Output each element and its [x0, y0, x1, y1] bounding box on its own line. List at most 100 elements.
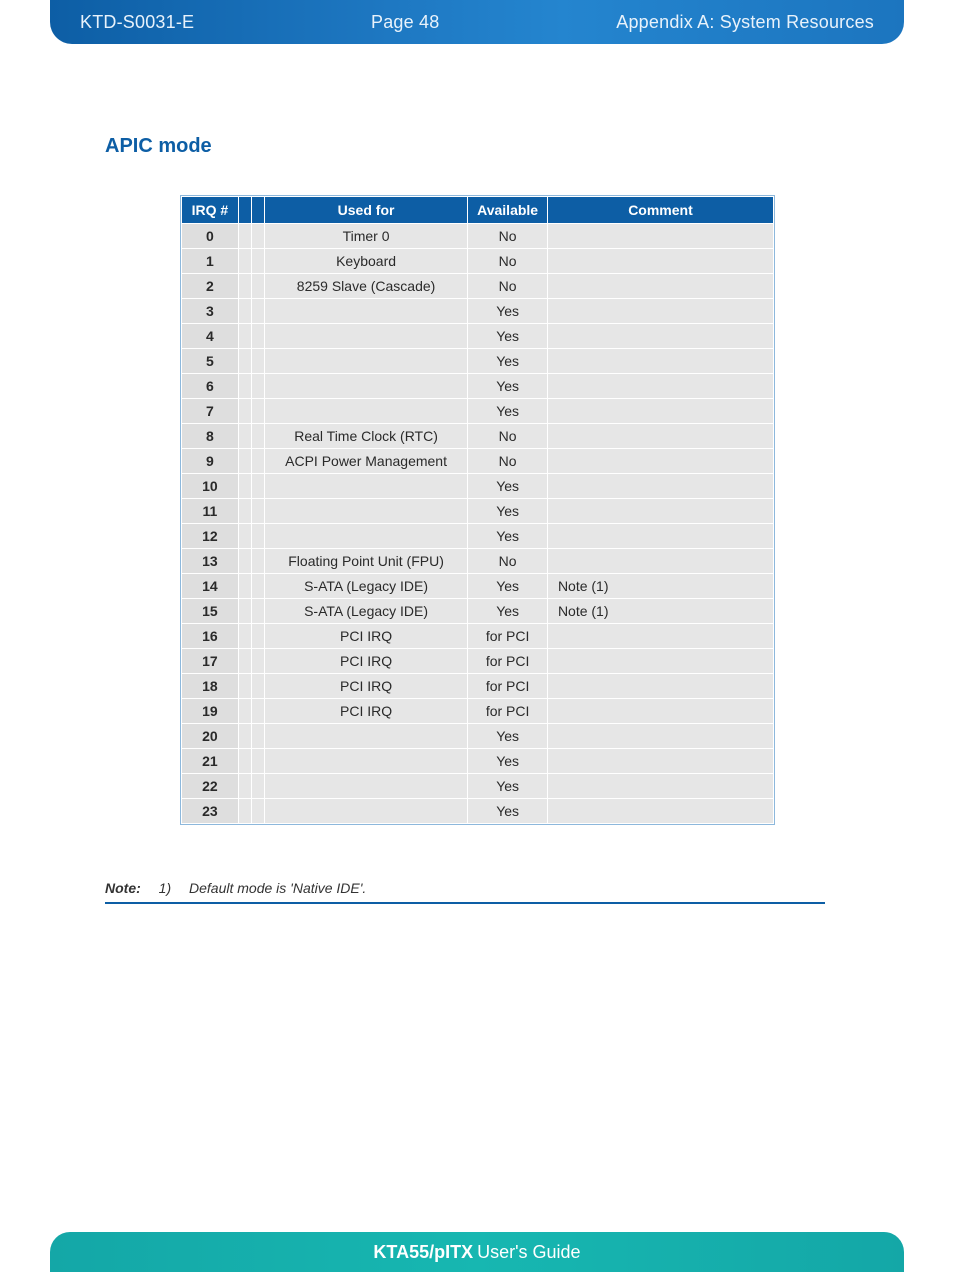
page-number: Page 48 [194, 12, 616, 33]
cell-irq: 19 [182, 699, 239, 724]
cell-gap [251, 574, 264, 599]
cell-used-for: PCI IRQ [264, 674, 467, 699]
table-row: 2 8259 Slave (Cascade)No [182, 274, 774, 299]
cell-gap [251, 424, 264, 449]
table-header-row: IRQ # Used for Available Comment [182, 197, 774, 224]
cell-comment [547, 624, 773, 649]
cell-comment [547, 299, 773, 324]
cell-gap [238, 349, 251, 374]
cell-used-for: PCI IRQ [264, 624, 467, 649]
cell-gap [251, 349, 264, 374]
section-name: Appendix A: System Resources [616, 12, 904, 33]
th-comment: Comment [547, 197, 773, 224]
cell-comment: Note (1) [547, 599, 773, 624]
cell-gap [238, 299, 251, 324]
cell-gap [238, 524, 251, 549]
cell-used-for: S-ATA (Legacy IDE) [264, 599, 467, 624]
cell-used-for: Timer 0 [264, 224, 467, 249]
cell-irq: 6 [182, 374, 239, 399]
cell-irq: 11 [182, 499, 239, 524]
cell-used-for: Real Time Clock (RTC) [264, 424, 467, 449]
irq-table-container: IRQ # Used for Available Comment 0Timer … [180, 195, 775, 825]
note-text: Default mode is 'Native IDE'. [189, 880, 366, 896]
cell-comment [547, 549, 773, 574]
cell-gap [238, 499, 251, 524]
th-irq: IRQ # [182, 197, 239, 224]
cell-gap [251, 749, 264, 774]
cell-irq: 2 [182, 274, 239, 299]
cell-available: Yes [468, 499, 548, 524]
cell-irq: 17 [182, 649, 239, 674]
cell-available: Yes [468, 524, 548, 549]
cell-gap [238, 599, 251, 624]
table-row: 18PCI IRQfor PCI [182, 674, 774, 699]
table-row: 12Yes [182, 524, 774, 549]
cell-available: Yes [468, 299, 548, 324]
footer-suffix: User's Guide [477, 1242, 580, 1263]
table-row: 23 Yes [182, 799, 774, 824]
cell-available: No [468, 449, 548, 474]
th-gap [251, 197, 264, 224]
table-row: 20 Yes [182, 724, 774, 749]
cell-gap [238, 424, 251, 449]
cell-comment [547, 324, 773, 349]
cell-available: Yes [468, 474, 548, 499]
cell-used-for [264, 774, 467, 799]
table-row: 22Yes [182, 774, 774, 799]
cell-used-for [264, 299, 467, 324]
th-gap [238, 197, 251, 224]
note-rule [105, 902, 825, 904]
table-row: 3Yes [182, 299, 774, 324]
table-row: 1KeyboardNo [182, 249, 774, 274]
cell-gap [251, 399, 264, 424]
th-available: Available [468, 197, 548, 224]
cell-irq: 7 [182, 399, 239, 424]
cell-available: No [468, 549, 548, 574]
table-row: 8Real Time Clock (RTC)No [182, 424, 774, 449]
note-label: Note: [105, 880, 141, 896]
cell-available: Yes [468, 724, 548, 749]
cell-gap [251, 624, 264, 649]
cell-irq: 5 [182, 349, 239, 374]
table-row: 15S-ATA (Legacy IDE)YesNote (1) [182, 599, 774, 624]
cell-comment [547, 724, 773, 749]
cell-gap [238, 674, 251, 699]
cell-gap [251, 274, 264, 299]
cell-gap [238, 274, 251, 299]
cell-irq: 9 [182, 449, 239, 474]
cell-irq: 4 [182, 324, 239, 349]
cell-used-for [264, 374, 467, 399]
note-number: 1) [159, 880, 171, 896]
cell-gap [251, 774, 264, 799]
note-line: Note: 1) Default mode is 'Native IDE'. [105, 880, 825, 896]
cell-comment: Note (1) [547, 574, 773, 599]
cell-irq: 16 [182, 624, 239, 649]
cell-available: Yes [468, 399, 548, 424]
cell-irq: 23 [182, 799, 239, 824]
page-footer: KTA55/pITX User's Guide [50, 1232, 904, 1272]
cell-gap [251, 674, 264, 699]
cell-comment [547, 474, 773, 499]
cell-irq: 20 [182, 724, 239, 749]
doc-id: KTD-S0031-E [50, 12, 194, 33]
cell-irq: 14 [182, 574, 239, 599]
cell-used-for [264, 799, 467, 824]
cell-gap [251, 474, 264, 499]
cell-irq: 10 [182, 474, 239, 499]
cell-available: No [468, 249, 548, 274]
cell-gap [238, 749, 251, 774]
table-row: 11 Yes [182, 499, 774, 524]
cell-gap [251, 724, 264, 749]
footer-product: KTA55/pITX [373, 1242, 473, 1263]
cell-available: No [468, 274, 548, 299]
table-row: 9ACPI Power ManagementNo [182, 449, 774, 474]
table-row: 10 Yes [182, 474, 774, 499]
cell-available: Yes [468, 799, 548, 824]
cell-used-for [264, 474, 467, 499]
cell-used-for: 8259 Slave (Cascade) [264, 274, 467, 299]
table-row: 7 Yes [182, 399, 774, 424]
cell-gap [238, 649, 251, 674]
cell-comment [547, 399, 773, 424]
table-row: 14S-ATA (Legacy IDE)YesNote (1) [182, 574, 774, 599]
cell-irq: 15 [182, 599, 239, 624]
